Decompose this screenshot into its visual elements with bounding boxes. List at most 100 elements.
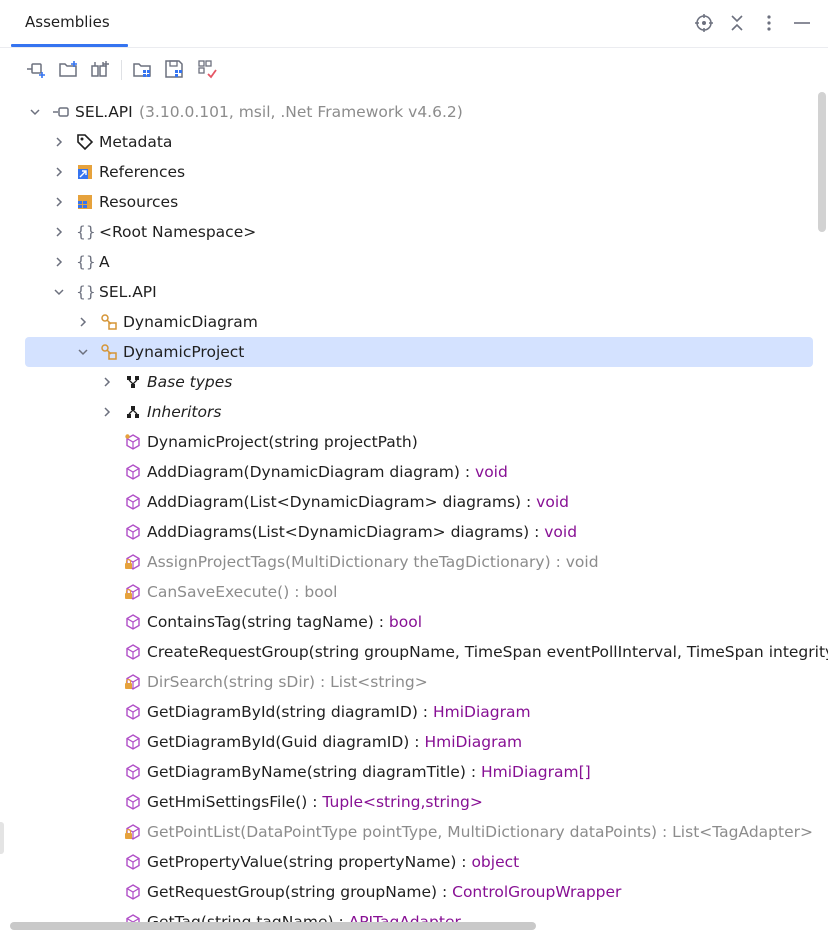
member-return-type: bool	[304, 583, 338, 601]
locate-icon[interactable]	[693, 12, 715, 34]
references-icon	[78, 165, 92, 179]
tree-row-base-types[interactable]: Base types	[0, 367, 828, 397]
member-row[interactable]: GetDiagramByName(string diagramTitle) : …	[0, 757, 828, 787]
tree-row-namespace-a[interactable]: {} A	[0, 247, 828, 277]
tree-row-references[interactable]: References	[0, 157, 828, 187]
method-icon	[126, 524, 140, 540]
chevron-down-icon[interactable]	[28, 105, 42, 119]
member-row[interactable]: GetDiagramById(Guid diagramID) : HmiDiag…	[0, 727, 828, 757]
member-row[interactable]: GetDiagramById(string diagramID) : HmiDi…	[0, 697, 828, 727]
tree-label: <Root Namespace>	[99, 223, 257, 241]
assembly-list-icon[interactable]	[131, 58, 153, 80]
member-signature: GetRequestGroup(string groupName)	[147, 883, 438, 901]
member-signature: AddDiagram(List<DynamicDiagram> diagrams…	[147, 493, 522, 511]
private-method-icon	[125, 554, 140, 570]
method-icon	[126, 794, 140, 810]
constructor-icon	[125, 434, 140, 450]
method-icon	[126, 884, 140, 900]
base-types-icon	[127, 376, 139, 388]
member-return-type: Tuple<string,string>	[322, 793, 483, 811]
namespace-icon: {}	[76, 283, 96, 301]
member-signature: GetPropertyValue(string propertyName)	[147, 853, 457, 871]
member-return-type: ControlGroupWrapper	[452, 883, 622, 901]
member-row[interactable]: GetHmiSettingsFile() : Tuple<string,stri…	[0, 787, 828, 817]
tree-row-dynamic-project[interactable]: DynamicProject	[0, 337, 828, 367]
member-row[interactable]: AssignProjectTags(MultiDictionary theTag…	[0, 547, 828, 577]
member-row[interactable]: AddDiagram(DynamicDiagram diagram) : voi…	[0, 457, 828, 487]
chevron-right-icon[interactable]	[100, 375, 114, 389]
chevron-right-icon[interactable]	[76, 315, 90, 329]
class-icon	[101, 314, 117, 330]
chevron-right-icon[interactable]	[52, 165, 66, 179]
chevron-right-icon[interactable]	[52, 135, 66, 149]
tree-row-dynamic-diagram[interactable]: DynamicDiagram	[0, 307, 828, 337]
member-return-type: void	[475, 463, 508, 481]
horizontal-scrollbar[interactable]	[10, 922, 536, 930]
member-row[interactable]: ContainsTag(string tagName) : bool	[0, 607, 828, 637]
member-row[interactable]: AddDiagram(List<DynamicDiagram> diagrams…	[0, 487, 828, 517]
member-row[interactable]: GetPropertyValue(string propertyName) : …	[0, 847, 828, 877]
member-return-type: HmiDiagram	[424, 733, 523, 751]
side-panel-handle[interactable]	[0, 822, 4, 854]
open-folder-icon[interactable]	[57, 58, 79, 80]
member-signature: DirSearch(string sDir)	[147, 673, 316, 691]
tree-row-namespace-selapi[interactable]: {} SEL.API	[0, 277, 828, 307]
tree-row-root-namespace[interactable]: {} <Root Namespace>	[0, 217, 828, 247]
class-icon	[101, 344, 117, 360]
member-row[interactable]: DirSearch(string sDir) : List<string>	[0, 667, 828, 697]
method-icon	[126, 494, 140, 510]
namespace-icon: {}	[76, 223, 96, 241]
minimize-icon[interactable]	[791, 12, 813, 34]
resources-icon	[78, 195, 92, 209]
tree-row-root[interactable]: SEL.API (3.10.0.101, msil, .Net Framewor…	[0, 97, 828, 127]
tree-row-resources[interactable]: Resources	[0, 187, 828, 217]
private-method-icon	[125, 674, 140, 690]
member-signature: GetPointList(DataPointType pointType, Mu…	[147, 823, 658, 841]
tab-underline	[11, 44, 128, 47]
tree-label: SEL.API	[99, 283, 157, 301]
member-row[interactable]: CanSaveExecute() : bool	[0, 577, 828, 607]
collapse-icon[interactable]	[726, 12, 748, 34]
tree-label: SEL.API	[75, 103, 133, 121]
toolbar-separator	[121, 60, 122, 80]
chevron-right-icon[interactable]	[100, 405, 114, 419]
panel-title[interactable]: Assemblies	[11, 0, 124, 47]
member-signature: AddDiagram(DynamicDiagram diagram)	[147, 463, 460, 481]
member-row[interactable]: AddDiagrams(List<DynamicDiagram> diagram…	[0, 517, 828, 547]
method-icon	[126, 854, 140, 870]
method-icon	[126, 734, 140, 750]
save-icon[interactable]	[163, 58, 185, 80]
chevron-right-icon[interactable]	[52, 255, 66, 269]
tree-label: Inheritors	[147, 403, 222, 421]
namespace-icon: {}	[76, 253, 96, 271]
member-signature: GetHmiSettingsFile()	[147, 793, 308, 811]
member-row[interactable]: DynamicProject(string projectPath)	[0, 427, 828, 457]
chevron-right-icon[interactable]	[52, 225, 66, 239]
tree-row-metadata[interactable]: Metadata	[0, 127, 828, 157]
chevron-right-icon[interactable]	[52, 195, 66, 209]
chevron-down-icon[interactable]	[52, 285, 66, 299]
method-icon	[126, 704, 140, 720]
assembly-icon	[53, 107, 69, 117]
member-signature: CanSaveExecute()	[147, 583, 290, 601]
member-signature: GetDiagramByName(string diagramTitle)	[147, 763, 466, 781]
assembly-meta: (3.10.0.101, msil, .Net Framework v4.6.2…	[139, 103, 463, 121]
member-row[interactable]: CreateRequestGroup(string groupName, Tim…	[0, 637, 828, 667]
assembly-tree: SEL.API (3.10.0.101, msil, .Net Framewor…	[0, 97, 828, 933]
private-method-icon	[125, 584, 140, 600]
open-from-nuget-icon[interactable]	[89, 58, 111, 80]
vertical-scrollbar[interactable]	[818, 92, 826, 232]
member-return-type: HmiDiagram	[432, 703, 531, 721]
member-row[interactable]: GetRequestGroup(string groupName) : Cont…	[0, 877, 828, 907]
member-signature: AddDiagrams(List<DynamicDiagram> diagram…	[147, 523, 530, 541]
tag-icon	[77, 134, 94, 151]
more-options-icon[interactable]	[758, 12, 780, 34]
member-return-type: List<TagAdapter>	[672, 823, 813, 841]
member-signature: CreateRequestGroup(string groupName, Tim…	[147, 643, 828, 661]
clear-icon[interactable]	[196, 58, 218, 80]
add-assembly-icon[interactable]	[25, 58, 47, 80]
chevron-down-icon[interactable]	[76, 345, 90, 359]
tree-row-inheritors[interactable]: Inheritors	[0, 397, 828, 427]
tree-label: References	[99, 163, 186, 181]
member-row[interactable]: GetPointList(DataPointType pointType, Mu…	[0, 817, 828, 847]
